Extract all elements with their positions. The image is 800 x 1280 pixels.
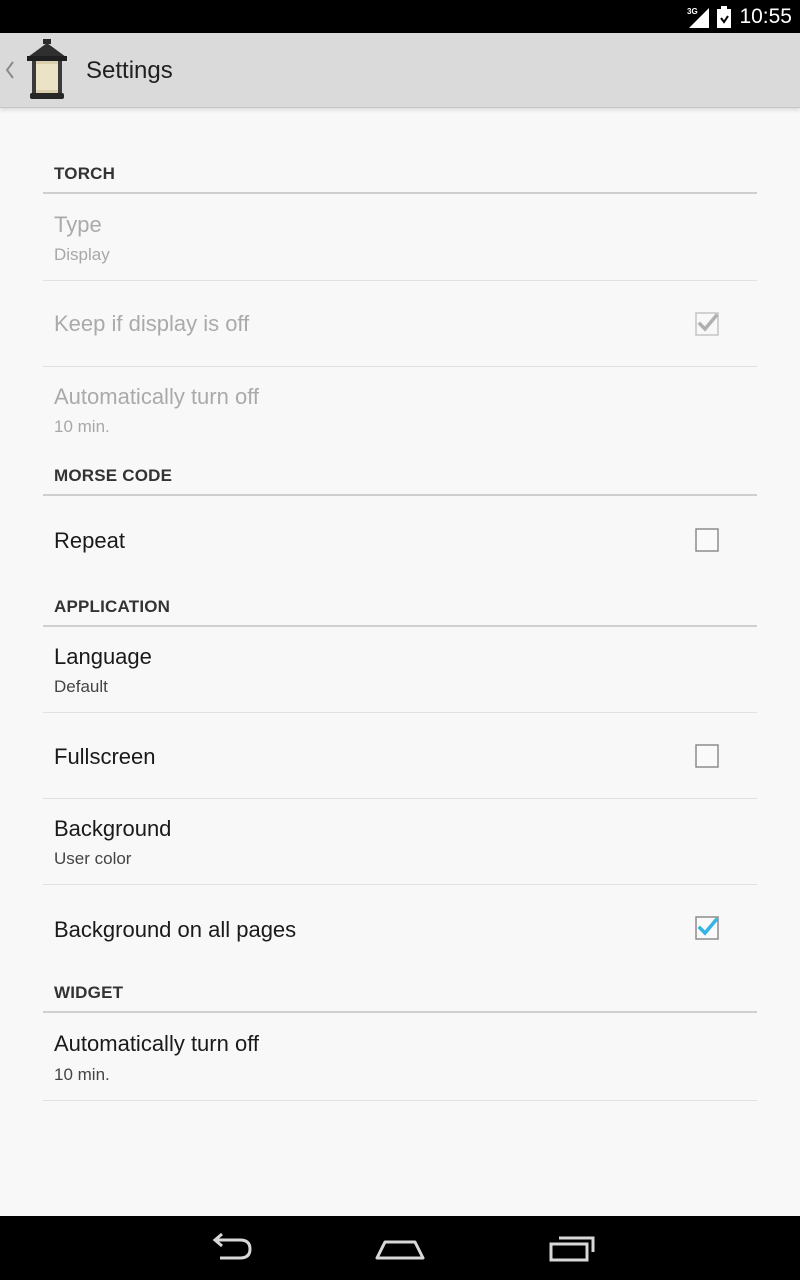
up-caret-icon[interactable] — [4, 59, 16, 81]
pref-background-all-pages[interactable]: Background on all pages — [43, 885, 757, 971]
section-header-label: MORSE CODE — [54, 466, 173, 485]
pref-summary: Display — [54, 245, 110, 264]
pref-title: Fullscreen — [54, 744, 156, 769]
status-icons: 3G 10:55 — [687, 4, 792, 29]
section-header-widget: WIDGET — [43, 971, 757, 1013]
section-header-morse-code: MORSE CODE — [43, 454, 757, 496]
pref-keep-display-off[interactable]: Keep if display is off — [43, 281, 757, 367]
action-bar: Settings — [0, 33, 800, 108]
section-header-label: WIDGET — [54, 983, 124, 1002]
section-header-application: APPLICATION — [43, 582, 757, 627]
pref-summary: User color — [54, 849, 132, 868]
section-header-label: APPLICATION — [54, 597, 171, 616]
pref-title: Background — [54, 816, 172, 841]
pref-title: Background on all pages — [54, 917, 297, 942]
pref-summary: Default — [54, 677, 108, 696]
pref-title: Type — [54, 212, 102, 237]
section-header-torch: TORCH — [43, 153, 757, 194]
checkbox-keep-display-off[interactable] — [695, 312, 719, 336]
pref-title: Repeat — [54, 528, 125, 553]
back-icon[interactable] — [206, 1230, 254, 1266]
pref-fullscreen[interactable]: Fullscreen — [43, 713, 757, 799]
pref-background[interactable]: Background User color — [43, 799, 757, 885]
section-header-label: TORCH — [54, 164, 116, 183]
svg-text:3G: 3G — [687, 7, 698, 16]
pref-title: Keep if display is off — [54, 311, 250, 336]
battery-icon — [717, 5, 732, 28]
recent-apps-icon[interactable] — [547, 1230, 597, 1266]
settings-list[interactable]: TORCH Type Display Keep if display is of… — [0, 109, 800, 1216]
pref-morse-repeat[interactable]: Repeat — [43, 496, 757, 582]
signal-3g-icon: 3G — [687, 7, 710, 28]
status-bar: 3G 10:55 — [0, 0, 800, 33]
pref-summary: 10 min. — [54, 1065, 110, 1084]
pref-widget-auto-off[interactable]: Automatically turn off 10 min. — [43, 1013, 757, 1101]
pref-torch-auto-off[interactable]: Automatically turn off 10 min. — [43, 367, 757, 454]
pref-title: Automatically turn off — [54, 1031, 260, 1056]
navigation-bar — [0, 1216, 800, 1280]
checkbox-fullscreen[interactable] — [695, 744, 719, 768]
pref-title: Automatically turn off — [54, 384, 260, 409]
lantern-app-icon[interactable] — [22, 39, 72, 101]
checkbox-repeat[interactable] — [695, 528, 719, 552]
pref-summary: 10 min. — [54, 417, 110, 436]
page-title: Settings — [86, 57, 173, 84]
checkbox-background-all-pages[interactable] — [695, 916, 719, 940]
pref-title: Language — [54, 644, 152, 669]
home-icon[interactable] — [374, 1230, 426, 1266]
status-time: 10:55 — [739, 4, 792, 28]
pref-torch-type[interactable]: Type Display — [43, 194, 757, 281]
pref-language[interactable]: Language Default — [43, 627, 757, 713]
